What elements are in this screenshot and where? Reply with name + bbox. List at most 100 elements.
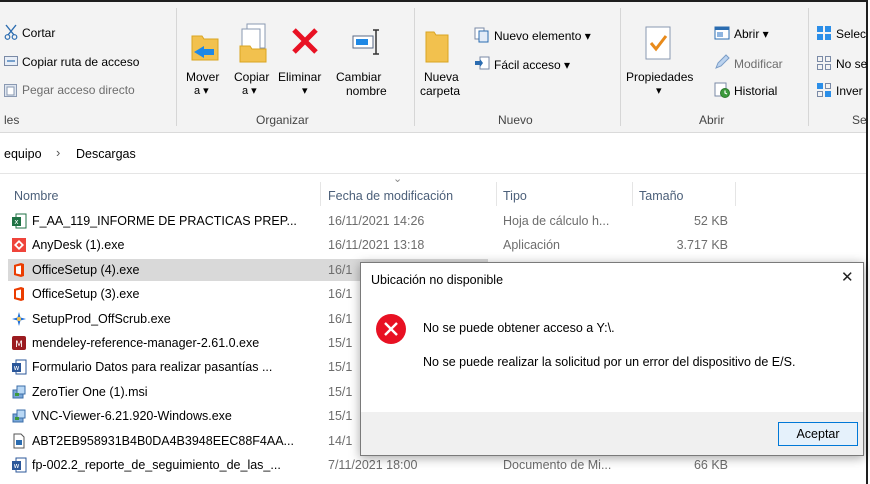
delete-arrow: ▾ (302, 85, 308, 97)
move-to-label: Mover (186, 70, 220, 84)
file-date: 15/1 (328, 360, 353, 375)
explorer-window: Cortar Copiar ruta de acceso Pegar acces… (0, 0, 868, 484)
column-divider[interactable] (735, 182, 736, 206)
new-group-label: Nuevo (498, 113, 533, 127)
breadcrumb-this-pc[interactable]: equipo (4, 147, 42, 161)
file-name: OfficeSetup (4).exe (32, 262, 140, 277)
file-type: Aplicación (503, 238, 560, 253)
easy-access-button[interactable]: Fácil acceso ▾ (494, 58, 570, 72)
file-row[interactable]: w fp-002.2_reporte_de_seguimiento_de_las_… (8, 454, 728, 476)
file-name: ZeroTier One (1).msi (32, 384, 148, 399)
new-folder-button[interactable]: Nueva carpeta (418, 20, 466, 106)
file-name: mendeley-reference-manager-2.61.0.exe (32, 336, 260, 350)
column-divider[interactable] (320, 182, 321, 206)
delete-button[interactable]: Eliminar ▾ (278, 20, 334, 106)
properties-button[interactable]: Propiedades ▾ (624, 20, 706, 106)
anydesk-icon (12, 238, 26, 253)
file-row[interactable]: AnyDesk (1).exe 16/11/2021 13:18 Aplicació… (8, 234, 728, 256)
dialog-close-icon[interactable]: ✕ (841, 270, 854, 285)
open-button[interactable]: Abrir ▾ (734, 27, 769, 41)
file-name: SetupProd_OffScrub.exe (32, 311, 171, 326)
setup-icon (12, 311, 26, 326)
mendeley-icon: M (12, 336, 26, 350)
scissors-icon (4, 24, 18, 40)
open-icon (714, 26, 730, 40)
invert-selection-button[interactable]: Inver (836, 84, 863, 98)
group-divider (808, 8, 809, 126)
history-button[interactable]: Historial (734, 84, 777, 98)
paste-shortcut-button[interactable]: Pegar acceso directo (22, 83, 135, 97)
copy-to-button[interactable]: Copiar a ▾ (230, 20, 274, 106)
ok-button[interactable]: Aceptar (778, 422, 858, 446)
file-date: 14/1 (328, 433, 353, 448)
delete-label: Eliminar (278, 70, 322, 84)
group-divider (176, 8, 177, 126)
column-divider[interactable] (496, 182, 497, 206)
rename-icon (352, 29, 379, 55)
copy-path-button[interactable]: Copiar ruta de acceso (22, 55, 139, 69)
invert-selection-icon (817, 83, 831, 97)
file-size: 52 KB (693, 214, 728, 228)
word-file-icon: w (12, 457, 27, 473)
breadcrumb-separator[interactable]: › (56, 146, 60, 160)
file-name: VNC-Viewer-6.21.920-Windows.exe (32, 409, 232, 424)
open-group-label: Abrir (699, 113, 725, 127)
move-to-arrow: a ▾ (194, 85, 209, 97)
error-dialog: Ubicación no disponible ✕ No se puede ob… (360, 262, 864, 456)
column-header-date[interactable]: Fecha de modificación (328, 189, 453, 203)
file-name: F_AA_119_INFORME DE PRACTICAS PREP... (32, 214, 297, 228)
dialog-message-primary: No se puede obtener acceso a Y:\. (423, 321, 615, 335)
file-type: Hoja de cálculo h... (503, 214, 610, 228)
select-all-button[interactable]: Selec (836, 27, 866, 41)
file-name: ABT2EB958931B4B0DA4B3948EEC88F4AA... (32, 433, 294, 448)
new-folder-label: Nueva (424, 70, 459, 84)
copy-to-icon (239, 23, 267, 63)
file-date: 16/1 (328, 287, 353, 302)
new-folder-label-2: carpeta (420, 84, 461, 98)
address-bar[interactable]: equipo › Descargas (0, 133, 866, 174)
breadcrumb-downloads[interactable]: Descargas (76, 147, 136, 161)
column-header-type[interactable]: Tipo (503, 189, 527, 203)
cut-button[interactable]: Cortar (22, 26, 55, 40)
file-name: fp-002.2_reporte_de_seguimiento_de_las_.… (32, 458, 281, 472)
file-date: 16/1 (328, 262, 353, 277)
edit-icon (715, 54, 730, 69)
file-date: 15/1 (328, 336, 353, 350)
rename-label: Cambiar (336, 70, 382, 84)
office-icon (14, 262, 24, 277)
new-item-icon (474, 27, 489, 43)
dialog-title: Ubicación no disponible (371, 273, 504, 287)
column-divider[interactable] (632, 182, 633, 206)
clipboard-group-label: les (4, 113, 20, 127)
easy-access-icon (475, 56, 490, 70)
excel-file-icon: x (12, 213, 27, 229)
paste-shortcut-icon (4, 84, 17, 97)
dialog-title-bar[interactable]: Ubicación no disponible ✕ (361, 263, 863, 297)
copy-to-arrow: a ▾ (242, 85, 257, 97)
office-icon (14, 287, 24, 302)
dialog-body: No se puede obtener acceso a Y:\. No se … (361, 297, 863, 412)
file-date: 7/11/2021 18:00 (328, 458, 418, 472)
file-date: 16/11/2021 14:26 (328, 214, 425, 228)
file-date: 15/1 (328, 384, 353, 399)
copy-to-label: Copiar (234, 70, 270, 84)
edit-button[interactable]: Modificar (734, 57, 783, 71)
rename-button[interactable]: Cambiar nombre (334, 20, 394, 106)
file-name: OfficeSetup (3).exe (32, 287, 140, 302)
installer-icon (12, 409, 26, 423)
svg-text:x: x (14, 218, 18, 226)
select-none-button[interactable]: No se (836, 57, 867, 71)
file-size: 66 KB (693, 458, 728, 472)
sort-indicator-icon: ⌄ (393, 173, 403, 185)
file-row[interactable]: x F_AA_119_INFORME DE PRACTICAS PREP... 16… (8, 210, 728, 232)
file-name: Formulario Datos para realizar pasantías… (32, 360, 273, 375)
column-header-size[interactable]: Tamaño (639, 189, 683, 203)
group-divider (620, 8, 621, 126)
move-to-button[interactable]: Mover a ▾ (182, 20, 226, 106)
installer-icon (12, 385, 26, 399)
svg-text:w: w (14, 364, 20, 372)
file-name: AnyDesk (1).exe (32, 238, 125, 253)
new-item-button[interactable]: Nuevo elemento ▾ (494, 29, 591, 43)
column-header-name[interactable]: Nombre (14, 189, 58, 203)
move-to-icon (191, 35, 219, 61)
